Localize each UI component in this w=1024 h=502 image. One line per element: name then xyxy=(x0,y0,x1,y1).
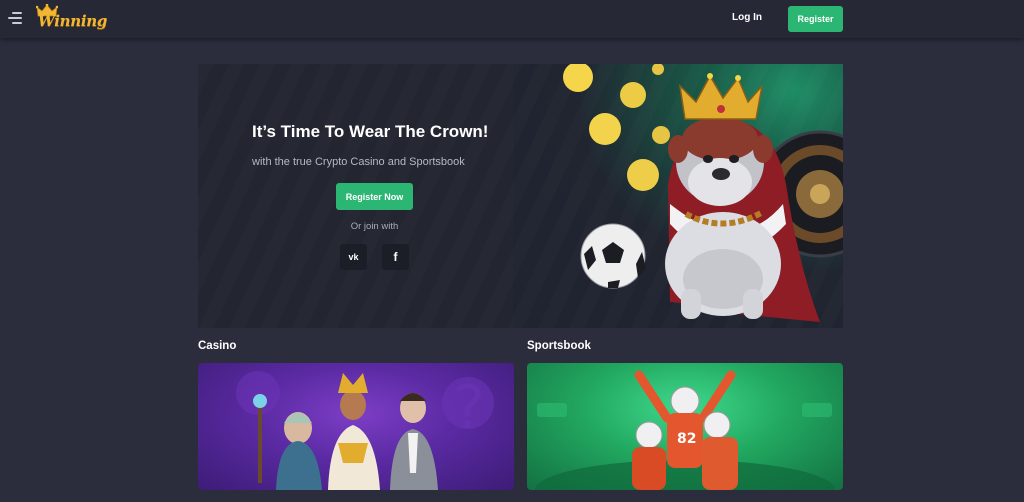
gold-coin xyxy=(563,64,593,92)
svg-text:?: ? xyxy=(453,373,485,443)
casino-section-title: Casino xyxy=(198,340,237,352)
svg-text:82: 82 xyxy=(677,431,696,447)
register-button[interactable]: Register xyxy=(788,6,843,32)
register-now-button[interactable]: Register Now xyxy=(336,183,413,210)
vk-icon[interactable]: vk xyxy=(340,244,367,270)
sportsbook-section-title: Sportsbook xyxy=(527,340,591,352)
gold-coin xyxy=(620,82,646,108)
top-navbar: Winning Log In Register xyxy=(0,0,1024,38)
bulldog-king-illustration xyxy=(563,64,843,322)
hero-title: It’s Time To Wear The Crown! xyxy=(252,122,489,141)
casino-card[interactable]: ? xyxy=(198,363,514,490)
join-with-label: Or join with xyxy=(350,221,399,232)
hero-banner: It’s Time To Wear The Crown! with the tr… xyxy=(198,64,843,328)
login-link[interactable]: Log In xyxy=(732,12,762,23)
winning-logo[interactable]: Winning xyxy=(36,4,108,34)
sportsbook-card[interactable]: 82 xyxy=(527,363,843,490)
logo-wordmark: Winning xyxy=(38,12,108,30)
facebook-icon[interactable]: f xyxy=(382,244,409,270)
hamburger-menu-icon[interactable] xyxy=(8,12,22,24)
gold-coin xyxy=(627,159,659,191)
gold-coin xyxy=(589,113,621,145)
football-players-illustration: 82 xyxy=(535,370,835,490)
gold-coin xyxy=(652,64,664,75)
gold-coin xyxy=(652,126,670,144)
hero-subtitle: with the true Crypto Casino and Sportsbo… xyxy=(252,156,465,168)
casino-characters-illustration: ? xyxy=(236,371,494,490)
